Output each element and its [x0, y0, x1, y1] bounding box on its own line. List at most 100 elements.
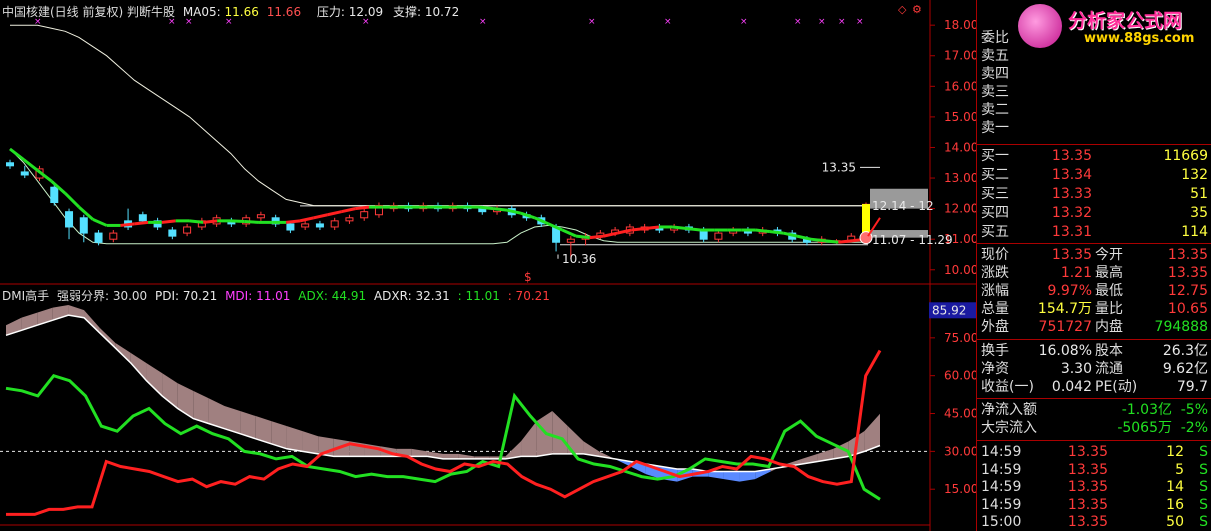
- candle-body: [256, 214, 265, 219]
- tick-side: S: [1199, 496, 1208, 513]
- support-label: 支撑:: [392, 5, 422, 19]
- flow-value: -5065万: [1117, 420, 1172, 436]
- flower-icon: [1018, 4, 1062, 48]
- quote-row: 买五 13.31 114: [977, 224, 1211, 241]
- support-range-label: 11.07 - 11.29: [872, 233, 953, 247]
- low-price-label: 10.36: [562, 252, 596, 266]
- tick-side: S: [1199, 479, 1208, 495]
- quote-row: 卖一: [977, 120, 1211, 137]
- ma05-segment: [354, 205, 370, 211]
- tick-volume: 5: [1175, 461, 1184, 478]
- y-tick-label: 75.00: [944, 331, 976, 345]
- stat-value: 13.35: [1167, 265, 1208, 281]
- quote-row: 总量 154.7万 量比 10.65: [977, 301, 1211, 318]
- signal-marker: ×: [818, 17, 826, 27]
- adxr-value: ADXR: 32.31: [373, 289, 450, 303]
- stat-value: 154.7万: [1037, 301, 1092, 317]
- ma05-segment: [589, 234, 604, 240]
- quote-row: 买三 13.33 51: [977, 186, 1211, 203]
- ma05-segment: [575, 234, 591, 240]
- panel-divider: [977, 339, 1211, 340]
- flow-value: -1.03亿: [1121, 402, 1172, 418]
- ma-value-2: 11.66: [266, 5, 302, 19]
- quote-row: 净资 3.30 流通 9.62亿: [977, 361, 1211, 378]
- bid-price: 13.31: [1051, 224, 1092, 240]
- ask-label: 卖五: [981, 48, 1009, 64]
- tick-side: S: [1199, 461, 1208, 478]
- panel-divider: [977, 398, 1211, 399]
- candle-body: [315, 223, 324, 228]
- candle-body: [330, 220, 339, 228]
- pressure-range-label: 12.14 - 12: [872, 199, 934, 213]
- stat-value: 12.75: [1167, 283, 1208, 299]
- candle-body: [566, 238, 575, 243]
- quote-row: 外盘 751727 内盘 794888: [977, 319, 1211, 336]
- quote-row: 涨跌 1.21 最高 13.35: [977, 265, 1211, 282]
- tick-time: 14:59: [981, 444, 1022, 460]
- stat-value: 16.08%: [1038, 343, 1092, 359]
- quote-row: 卖五: [977, 48, 1211, 65]
- tick-time: 15:00: [981, 514, 1022, 530]
- stat-value: 3.30: [1060, 361, 1092, 377]
- stat-label: 流通: [1095, 361, 1123, 377]
- stat-value: 79.7: [1176, 379, 1208, 395]
- stat-label: 今开: [1095, 247, 1123, 263]
- tick-time: 14:59: [981, 496, 1022, 513]
- y-tick-label: 18.00: [944, 18, 976, 32]
- y-tick-label: 15.00: [944, 110, 976, 124]
- bid-label: 买四: [981, 205, 1009, 221]
- quote-row: 卖二: [977, 102, 1211, 119]
- signal-marker: ×: [588, 17, 596, 27]
- bid-label: 买一: [981, 148, 1009, 164]
- gear-icon[interactable]: ⚙: [912, 3, 922, 16]
- bid-label: 买五: [981, 224, 1009, 240]
- tick-volume: 12: [1166, 444, 1184, 460]
- extra-value-1: : 11.01: [457, 289, 500, 303]
- quote-row: 买二 13.34 132: [977, 167, 1211, 184]
- stat-label: 现价: [981, 247, 1009, 263]
- pdi-value: PDI: 70.21: [155, 289, 218, 303]
- ma05-segment: [631, 227, 646, 232]
- logo-url: www.88gs.com: [1084, 31, 1195, 46]
- quote-row: 涨幅 9.97% 最低 12.75: [977, 283, 1211, 300]
- adx-value: ADX: 44.91: [298, 289, 367, 303]
- high-price-label: 13.35: [822, 160, 856, 174]
- tick-price: 13.35: [1067, 461, 1108, 478]
- bid-label: 买三: [981, 186, 1009, 202]
- ma05-segment: [230, 219, 245, 223]
- candle-body: [301, 223, 310, 228]
- panel-divider: [977, 243, 1211, 244]
- bid-price: 13.33: [1051, 186, 1092, 202]
- signal-marker: ×: [479, 17, 487, 27]
- ma05-segment: [686, 227, 701, 232]
- price-chart-area[interactable]: 18.0017.0016.0015.0014.0013.0012.0011.00…: [0, 0, 976, 531]
- ma05-segment: [134, 220, 149, 226]
- quote-row: 买一 13.35 11669: [977, 148, 1211, 165]
- tick-time: 14:59: [981, 479, 1022, 495]
- stat-value: 0.042: [1051, 379, 1092, 395]
- diamond-icon[interactable]: ◇: [898, 3, 906, 16]
- chart-header: 中国核建(日线 前复权) 判断牛股 MA05: 11.66 11.66 压力: …: [2, 3, 459, 20]
- ask-label: 卖一: [981, 120, 1009, 136]
- y-tick-label: 17.00: [944, 49, 976, 63]
- stat-label: 内盘: [1095, 319, 1123, 335]
- stat-label: 净资: [981, 361, 1009, 377]
- ma05-segment: [810, 237, 825, 243]
- ma-label: MA05:: [182, 5, 221, 19]
- stat-label: 量比: [1095, 301, 1123, 317]
- stat-label: 收益(一): [981, 379, 1034, 395]
- panel-divider: [977, 144, 1211, 145]
- bid-volume: 114: [1181, 224, 1208, 240]
- ma05-segment: [824, 239, 839, 244]
- signal-marker: ×: [856, 17, 864, 27]
- stat-value: 13.35: [1167, 247, 1208, 263]
- stat-value: 9.97%: [1047, 283, 1092, 299]
- quote-panel: 委比 卖五 卖四 卖三 卖二 卖一 买一 13.35 11669 买二 13.34 132 买三 13.3…: [976, 0, 1211, 531]
- tick-price: 13.35: [1067, 514, 1108, 530]
- candle-body: [183, 226, 192, 234]
- stat-label: 股本: [1095, 343, 1123, 359]
- bid-volume: 11669: [1163, 148, 1208, 164]
- candle-body: [109, 232, 118, 240]
- signal-marker: ×: [838, 17, 846, 27]
- indicator-header: DMI高手 强弱分界: 30.00 PDI: 70.21 MDI: 11.01 …: [2, 287, 550, 304]
